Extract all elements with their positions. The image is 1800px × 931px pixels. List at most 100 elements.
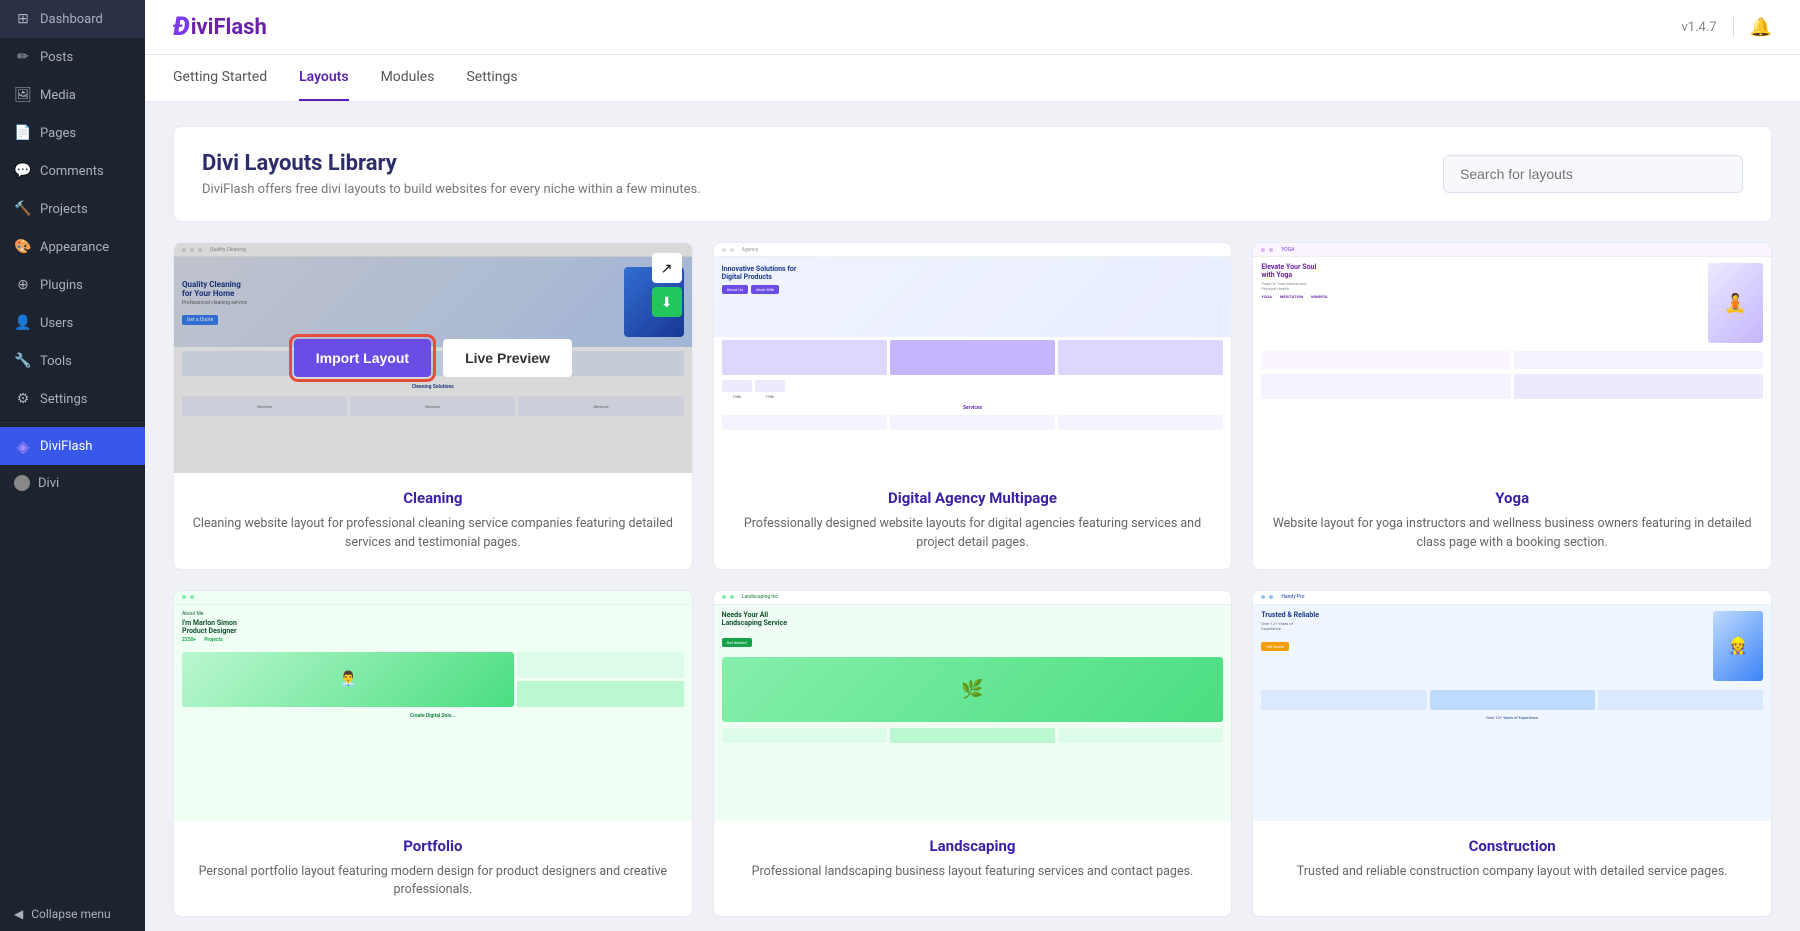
sidebar: ⊞ Dashboard ✏ Posts 🖼 Media 📄 Pages 💬 Co… — [0, 0, 145, 931]
dashboard-icon: ⊞ — [14, 10, 32, 28]
settings-icon: ⚙ — [14, 390, 32, 408]
sidebar-divider — [0, 422, 145, 423]
projects-icon: 🔨 — [14, 200, 32, 218]
posts-icon: ✏ — [14, 48, 32, 66]
sidebar-item-tools[interactable]: 🔧 Tools — [0, 342, 145, 380]
card-body-portfolio: Portfolio Personal portfolio layout feat… — [174, 821, 692, 917]
card-body-yoga: Yoga Website layout for yoga instructors… — [1253, 473, 1771, 569]
card-body-cleaning: Cleaning Cleaning website layout for pro… — [174, 473, 692, 569]
layout-card-yoga: YOGA Elevate Your Soulwith Yoga Yoga for… — [1252, 242, 1772, 570]
layout-grid: Quality Cleaning Quality Cleaningfor You… — [173, 242, 1772, 917]
sidebar-label-pages: Pages — [40, 126, 76, 141]
card-body-digital: Digital Agency Multipage Professionally … — [714, 473, 1232, 569]
version-label: v1.4.7 — [1682, 20, 1717, 35]
library-subtitle: DiviFlash offers free divi layouts to bu… — [202, 182, 701, 197]
tab-layouts[interactable]: Layouts — [299, 55, 348, 101]
card-desc-cleaning: Cleaning website layout for professional… — [190, 515, 676, 553]
sidebar-label-plugins: Plugins — [40, 278, 83, 293]
search-input[interactable] — [1443, 155, 1743, 193]
library-header: Divi Layouts Library DiviFlash offers fr… — [173, 126, 1772, 222]
content-area: Divi Layouts Library DiviFlash offers fr… — [145, 102, 1800, 931]
card-body-construction: Construction Trusted and reliable constr… — [1253, 821, 1771, 898]
sidebar-label-dashboard: Dashboard — [40, 12, 103, 27]
sidebar-item-comments[interactable]: 💬 Comments — [0, 152, 145, 190]
diviflash-icon: ◈ — [14, 437, 32, 455]
sidebar-label-posts: Posts — [40, 50, 73, 65]
import-layout-button-cleaning[interactable]: Import Layout — [294, 339, 431, 377]
sidebar-label-media: Media — [40, 88, 76, 103]
card-desc-construction: Trusted and reliable construction compan… — [1269, 863, 1755, 882]
sidebar-item-plugins[interactable]: ⊕ Plugins — [0, 266, 145, 304]
tools-icon: 🔧 — [14, 352, 32, 370]
card-desc-yoga: Website layout for yoga instructors and … — [1269, 515, 1755, 553]
sidebar-item-diviflash[interactable]: ◈ DiviFlash — [0, 427, 145, 465]
sidebar-label-settings: Settings — [40, 392, 87, 407]
card-overlay-cleaning: Import Layout Live Preview — [174, 243, 692, 473]
card-title-yoga: Yoga — [1269, 489, 1755, 507]
sidebar-label-comments: Comments — [40, 164, 104, 179]
sidebar-item-appearance[interactable]: 🎨 Appearance — [0, 228, 145, 266]
sidebar-item-users[interactable]: 👤 Users — [0, 304, 145, 342]
main-content: Ð iviFlash v1.4.7 🔔 Getting Started Layo… — [145, 0, 1800, 931]
users-icon: 👤 — [14, 314, 32, 332]
sidebar-label-appearance: Appearance — [40, 240, 109, 255]
tab-modules[interactable]: Modules — [381, 55, 435, 101]
collapse-menu-button[interactable]: ◀ Collapse menu — [0, 897, 145, 931]
sidebar-label-divi: Divi — [38, 476, 59, 491]
live-preview-button-cleaning[interactable]: Live Preview — [443, 339, 572, 377]
comments-icon: 💬 — [14, 162, 32, 180]
card-title-landscaping: Landscaping — [730, 837, 1216, 855]
library-info: Divi Layouts Library DiviFlash offers fr… — [202, 151, 701, 197]
header-logo: Ð iviFlash — [173, 12, 267, 42]
card-title-construction: Construction — [1269, 837, 1755, 855]
card-image-landscaping[interactable]: Landscaping Inc Needs Your AllLandscapin… — [714, 591, 1232, 821]
tab-getting-started[interactable]: Getting Started — [173, 55, 267, 101]
header-right: v1.4.7 🔔 — [1682, 17, 1773, 38]
sidebar-item-media[interactable]: 🖼 Media — [0, 76, 145, 114]
download-icon-cleaning[interactable]: ⬇ — [652, 287, 682, 317]
expand-icon-cleaning[interactable]: ↗ — [652, 253, 682, 283]
card-title-digital: Digital Agency Multipage — [730, 489, 1216, 507]
card-image-portfolio[interactable]: About Me I'm Marlon SimonProduct Designe… — [174, 591, 692, 821]
divi-icon — [14, 475, 30, 491]
sidebar-item-dashboard[interactable]: ⊞ Dashboard — [0, 0, 145, 38]
sidebar-item-settings[interactable]: ⚙ Settings — [0, 380, 145, 418]
collapse-icon: ◀ — [14, 907, 23, 921]
pages-icon: 📄 — [14, 124, 32, 142]
card-body-landscaping: Landscaping Professional landscaping bus… — [714, 821, 1232, 898]
card-desc-portfolio: Personal portfolio layout featuring mode… — [190, 863, 676, 901]
library-title: Divi Layouts Library — [202, 151, 701, 176]
layout-card-portfolio: About Me I'm Marlon SimonProduct Designe… — [173, 590, 693, 918]
card-image-cleaning[interactable]: Quality Cleaning Quality Cleaningfor You… — [174, 243, 692, 473]
layout-card-construction: Handy Pro Trusted & Reliable Over 12+ Ye… — [1252, 590, 1772, 918]
tab-settings[interactable]: Settings — [466, 55, 517, 101]
layout-card-cleaning: Quality Cleaning Quality Cleaningfor You… — [173, 242, 693, 570]
notification-bell-icon[interactable]: 🔔 — [1750, 17, 1772, 38]
sidebar-label-users: Users — [40, 316, 73, 331]
header-divider — [1733, 17, 1734, 37]
appearance-icon: 🎨 — [14, 238, 32, 256]
sidebar-item-pages[interactable]: 📄 Pages — [0, 114, 145, 152]
card-title-cleaning: Cleaning — [190, 489, 676, 507]
plugins-icon: ⊕ — [14, 276, 32, 294]
card-desc-landscaping: Professional landscaping business layout… — [730, 863, 1216, 882]
layout-card-landscaping: Landscaping Inc Needs Your AllLandscapin… — [713, 590, 1233, 918]
sidebar-label-projects: Projects — [40, 202, 88, 217]
header: Ð iviFlash v1.4.7 🔔 — [145, 0, 1800, 55]
collapse-label: Collapse menu — [31, 907, 110, 921]
sidebar-item-divi[interactable]: Divi — [0, 465, 145, 501]
sidebar-item-posts[interactable]: ✏ Posts — [0, 38, 145, 76]
sidebar-label-tools: Tools — [40, 354, 72, 369]
nav-tabs: Getting Started Layouts Modules Settings — [145, 55, 1800, 102]
layout-card-digital: Agency Innovative Solutions forDigital P… — [713, 242, 1233, 570]
card-image-digital[interactable]: Agency Innovative Solutions forDigital P… — [714, 243, 1232, 473]
card-image-yoga[interactable]: YOGA Elevate Your Soulwith Yoga Yoga for… — [1253, 243, 1771, 473]
logo-icon-d: Ð — [173, 12, 190, 42]
card-action-top-cleaning: ↗ ⬇ — [652, 253, 682, 317]
card-desc-digital: Professionally designed website layouts … — [730, 515, 1216, 553]
sidebar-item-projects[interactable]: 🔨 Projects — [0, 190, 145, 228]
card-title-portfolio: Portfolio — [190, 837, 676, 855]
media-icon: 🖼 — [14, 86, 32, 104]
card-image-construction[interactable]: Handy Pro Trusted & Reliable Over 12+ Ye… — [1253, 591, 1771, 821]
logo-text: iviFlash — [191, 15, 267, 40]
